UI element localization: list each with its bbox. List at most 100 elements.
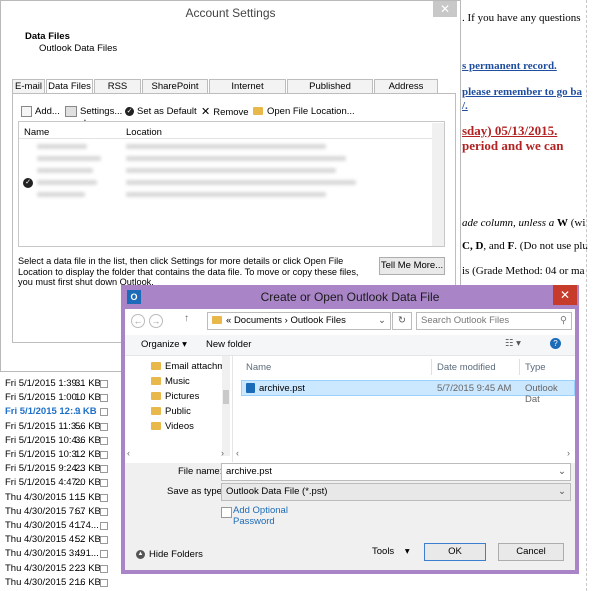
help-icon[interactable]: ? [550, 338, 561, 349]
tab-rss-feeds[interactable]: RSS Feeds [94, 79, 141, 106]
doc-text: , and [483, 240, 508, 252]
mail-list-row[interactable]: Thu 4/30/2015 4:... 52 KB [0, 534, 115, 547]
mail-list-row[interactable]: Fri 5/1/2015 9:24... 23 KB [0, 463, 115, 476]
mail-list-row[interactable]: Thu 4/30/2015 2:... 23 KB [0, 563, 115, 576]
horizontal-scrollbar[interactable]: ‹ › [233, 448, 575, 460]
nav-item-pictures[interactable]: Pictures [151, 391, 199, 402]
save-as-type-select[interactable]: Outlook Data File (*.pst) ⌄ [221, 483, 571, 501]
add-button[interactable]: Add... [21, 105, 60, 119]
mail-checkbox[interactable] [100, 465, 108, 474]
column-header-location[interactable]: Location [126, 127, 162, 138]
nav-item-email-attachments[interactable]: Email attachm [151, 361, 225, 372]
chevron-up-icon[interactable]: ▲ [136, 550, 145, 559]
data-files-list[interactable]: Name Location ✓ [18, 121, 445, 247]
dialog-close-button[interactable]: ✕ [553, 285, 577, 305]
chevron-down-icon[interactable]: ⌄ [558, 484, 566, 500]
mail-checkbox[interactable] [100, 451, 108, 459]
nav-item-videos[interactable]: Videos [151, 421, 194, 432]
settings-button[interactable]: Settings... [65, 105, 122, 119]
mail-list-row[interactable]: Fri 5/1/2015 1:00... 10 KB [0, 392, 115, 405]
mail-list-row[interactable]: Fri 5/1/2015 10:4... 36 KB [0, 435, 115, 448]
mail-date: Thu 4/30/2015 4:... [5, 534, 85, 546]
mail-list-row[interactable]: Thu 4/30/2015 2:... 16 KB [0, 577, 115, 590]
new-folder-button[interactable]: New folder [206, 339, 251, 350]
column-header-name[interactable]: Name [246, 362, 271, 373]
scrollbar[interactable] [432, 123, 444, 246]
tab-sharepoint-lists[interactable]: SharePoint Lists [142, 79, 208, 106]
file-row-selected[interactable]: archive.pst 5/7/2015 9:45 AM Outlook Dat [241, 380, 575, 405]
doc-link[interactable]: /. [462, 100, 468, 112]
mail-checkbox[interactable] [100, 394, 108, 403]
mail-checkbox[interactable] [100, 380, 108, 388]
tab-email[interactable]: E-mail [12, 79, 45, 93]
up-arrow-icon[interactable]: ↑ [184, 313, 189, 324]
cancel-button[interactable]: Cancel [498, 543, 564, 561]
mail-checkbox[interactable] [100, 479, 108, 488]
tools-button[interactable]: Tools ▾ [372, 546, 410, 557]
hide-folders-button[interactable]: Hide Folders [149, 549, 203, 560]
mail-checkbox[interactable] [100, 536, 108, 545]
file-name-input[interactable]: archive.pst ⌄ [221, 463, 571, 481]
add-password-checkbox[interactable] [221, 507, 232, 518]
tab-data-files[interactable]: Data Files [46, 79, 93, 94]
mail-checkbox[interactable] [100, 422, 108, 431]
mail-list-row[interactable]: Fri 5/1/2015 10:3... 12 KB [0, 449, 115, 462]
path-segment[interactable]: Documents [234, 315, 282, 326]
doc-link[interactable]: please remember to go ba [462, 86, 582, 98]
view-options-icon[interactable]: ☷ ▾ [505, 338, 521, 349]
mail-checkbox[interactable] [100, 507, 108, 516]
column-header-name[interactable]: Name [24, 127, 49, 138]
refresh-button[interactable]: ↻ [392, 312, 412, 330]
mail-list: Fri 5/1/2015 1:39... 31 KB Fri 5/1/2015 1:… [0, 376, 118, 588]
mail-list-row[interactable]: Fri 5/1/2015 4:47... 20 KB [0, 477, 115, 490]
open-file-location-button[interactable]: Open File Location... [253, 105, 355, 119]
mail-checkbox[interactable] [100, 578, 108, 587]
mail-list-row[interactable]: Fri 5/1/2015 1:39... 31 KB [0, 378, 115, 391]
scroll-left-icon[interactable]: ‹ [236, 448, 239, 458]
remove-button[interactable]: ✕ Remove [201, 105, 249, 119]
mail-size: 15 KB [75, 491, 101, 503]
mail-list-row[interactable]: Fri 5/1/2015 11:3... 56 KB [0, 421, 115, 434]
mail-checkbox[interactable] [100, 493, 108, 502]
tab-published-calendars[interactable]: Published Calendars [287, 79, 373, 106]
back-arrow-icon[interactable]: ← [131, 314, 145, 328]
mail-checkbox[interactable] [100, 436, 108, 445]
doc-text: (wi [568, 217, 586, 229]
close-button[interactable]: ✕ [433, 1, 457, 17]
tab-address-books[interactable]: Address Books [374, 79, 438, 106]
nav-item-music[interactable]: Music [151, 376, 190, 387]
mail-checkbox[interactable] [100, 550, 108, 559]
mail-list-row[interactable]: Thu 4/30/2015 7:... 67 KB [0, 506, 115, 519]
scroll-right-icon[interactable]: › [567, 448, 570, 458]
column-header-date-modified[interactable]: Date modified [437, 362, 496, 373]
mail-list-row[interactable]: Thu 4/30/2015 1:... 15 KB [0, 492, 115, 505]
divider [519, 359, 520, 375]
forward-arrow-icon[interactable]: → [149, 314, 163, 328]
mail-list-row[interactable]: Fri 5/1/2015 12:... 9 KB [0, 406, 115, 419]
search-input[interactable]: Search Outlook Files ⚲ [416, 312, 572, 330]
tab-internet-calendars[interactable]: Internet Calendars [209, 79, 286, 106]
mail-checkbox[interactable] [100, 522, 108, 530]
add-optional-password-label[interactable]: Add Optional Password [233, 505, 303, 527]
tell-me-more-button[interactable]: Tell Me More... [379, 257, 445, 275]
ok-button[interactable]: OK [424, 543, 486, 561]
mail-checkbox[interactable] [100, 408, 108, 417]
open-file-location-label: Open File Location... [267, 106, 355, 117]
chevron-down-icon[interactable]: ⌄ [378, 313, 386, 329]
set-as-default-button[interactable]: ✓ Set as Default [125, 105, 197, 119]
chevron-down-icon[interactable]: ⌄ [558, 464, 566, 480]
address-bar[interactable]: « Documents › Outlook Files ⌄ [207, 312, 391, 330]
nav-item-public[interactable]: Public [151, 406, 191, 417]
mail-list-row[interactable]: Thu 4/30/2015 3:... 491... [0, 548, 115, 561]
mail-checkbox[interactable] [100, 564, 108, 573]
organize-button[interactable]: Organize ▾ [141, 339, 187, 350]
scroll-right-icon[interactable]: › [221, 448, 224, 458]
mail-date: Thu 4/30/2015 2:... [5, 576, 85, 588]
scroll-left-icon[interactable]: ‹ [127, 448, 130, 458]
mail-list-row[interactable]: Thu 4/30/2015 4:... 174... [0, 520, 115, 533]
column-header-type[interactable]: Type [525, 362, 546, 373]
nav-scrollbar[interactable] [222, 356, 230, 456]
navigation-pane[interactable]: Email attachm Music Pictures Public Vide… [125, 356, 232, 462]
doc-link[interactable]: s permanent record. [462, 60, 557, 72]
path-segment[interactable]: Outlook Files [290, 315, 345, 326]
